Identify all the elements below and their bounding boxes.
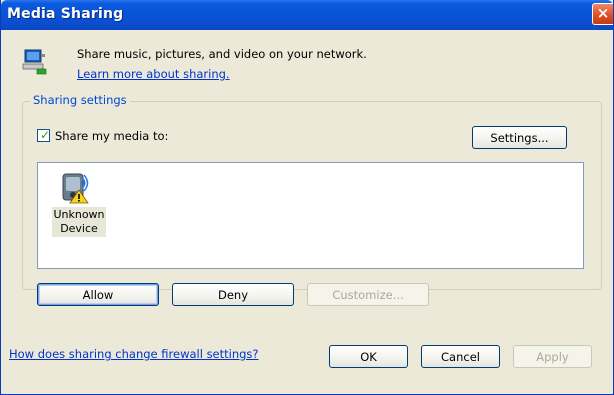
unknown-device-warning-icon <box>62 173 89 204</box>
title-bar[interactable]: Media Sharing × <box>1 0 613 30</box>
firewall-help-link[interactable]: How does sharing change firewall setting… <box>9 347 259 361</box>
device-name: Unknown Device <box>52 207 106 237</box>
share-media-label[interactable]: Share my media to: <box>55 129 168 143</box>
window-title: Media Sharing <box>7 6 124 22</box>
close-button[interactable]: × <box>592 3 613 25</box>
share-media-checkbox[interactable]: ✓ <box>37 128 51 142</box>
customize-button: Customize... <box>307 283 429 306</box>
sharing-settings-label: Sharing settings <box>30 93 130 107</box>
checkmark-icon: ✓ <box>40 128 51 142</box>
media-sharing-dialog: Media Sharing × Share music, pictures, a… <box>0 0 614 395</box>
settings-button[interactable]: Settings... <box>472 126 567 149</box>
header-description: Share music, pictures, and video on your… <box>77 47 367 61</box>
cancel-button[interactable]: Cancel <box>421 345 500 368</box>
ok-button[interactable]: OK <box>329 345 408 368</box>
apply-button: Apply <box>513 345 592 368</box>
network-computer-icon <box>22 49 47 75</box>
device-list[interactable]: Unknown Device <box>37 162 584 269</box>
learn-more-link[interactable]: Learn more about sharing. <box>77 67 230 81</box>
allow-button[interactable]: Allow <box>37 283 159 306</box>
deny-button[interactable]: Deny <box>172 283 294 306</box>
close-icon: × <box>596 4 610 22</box>
